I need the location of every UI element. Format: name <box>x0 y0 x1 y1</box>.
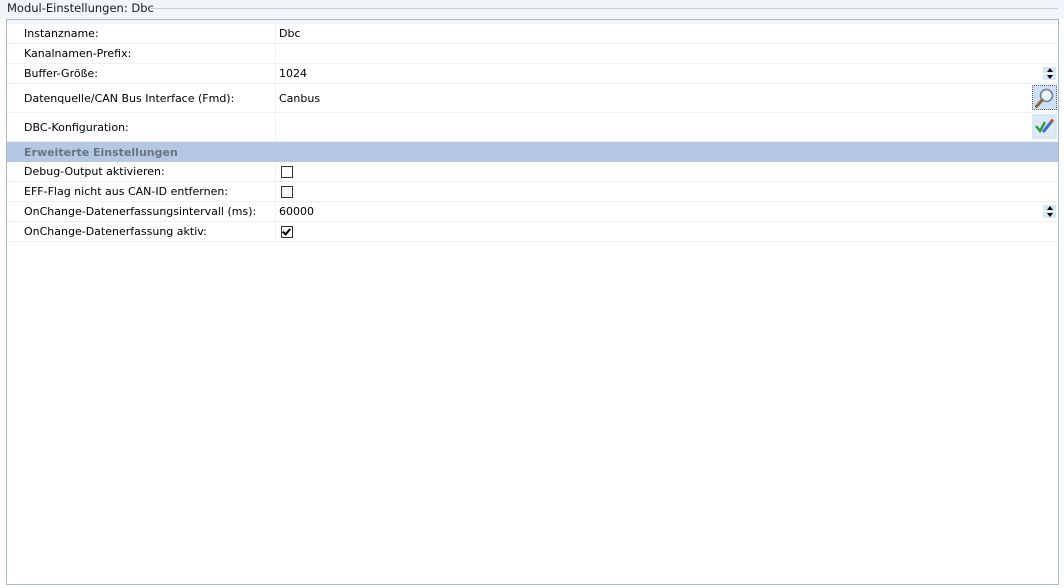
header-divider <box>151 8 1058 9</box>
row-label: OnChange-Datenerfassung aktiv: <box>24 225 207 238</box>
row-debug-output[interactable]: Debug-Output aktivieren: <box>7 162 1058 182</box>
section-erweiterte-einstellungen[interactable]: Erweiterte Einstellungen <box>7 142 1058 162</box>
row-eff-flag[interactable]: EFF-Flag nicht aus CAN-ID entfernen: <box>7 182 1058 202</box>
section-label: Erweiterte Einstellungen <box>24 145 178 159</box>
row-label: Kanalnamen-Prefix: <box>24 47 132 60</box>
row-datenquelle[interactable]: Datenquelle/CAN Bus Interface (Fmd): Can… <box>7 84 1058 113</box>
row-label: Debug-Output aktivieren: <box>24 165 165 178</box>
row-instanzname[interactable]: Instanzname: Dbc <box>7 24 1058 44</box>
column-divider <box>275 113 276 141</box>
eff-flag-checkbox[interactable] <box>281 185 293 198</box>
edit-icon <box>1034 116 1055 136</box>
row-label: Instanzname: <box>24 27 99 40</box>
row-label: OnChange-Datenerfassungsintervall (ms): <box>24 205 257 218</box>
column-divider <box>275 64 276 83</box>
stepper-up-icon[interactable] <box>1043 67 1056 73</box>
column-divider <box>275 24 276 43</box>
stepper-up-icon[interactable] <box>1043 205 1056 211</box>
buffer-groesse-stepper[interactable] <box>1043 67 1056 80</box>
row-dbc-konfiguration[interactable]: DBC-Konfiguration: <box>7 113 1058 142</box>
datenquelle-search-button[interactable] <box>1032 85 1057 110</box>
row-label: Datenquelle/CAN Bus Interface (Fmd): <box>24 91 235 105</box>
column-divider <box>275 182 276 201</box>
buffer-groesse-value[interactable]: 1024 <box>279 64 307 83</box>
onchange-active-checkbox[interactable] <box>281 225 293 238</box>
property-grid-frame: Instanzname: Dbc Kanalnamen-Prefix: Buff… <box>6 19 1059 585</box>
onchange-interval-value[interactable]: 60000 <box>279 202 314 221</box>
dbc-konfiguration-edit-button[interactable] <box>1032 114 1057 139</box>
instanzname-value[interactable]: Dbc <box>279 24 301 43</box>
panel-title: Modul-Einstellungen: Dbc <box>7 1 154 15</box>
eff-flag-value[interactable] <box>279 182 293 201</box>
onchange-active-value[interactable] <box>279 222 293 241</box>
column-divider <box>275 162 276 181</box>
panel-header: Modul-Einstellungen: Dbc <box>0 0 1064 19</box>
stepper-down-icon[interactable] <box>1043 212 1056 218</box>
property-grid: Instanzname: Dbc Kanalnamen-Prefix: Buff… <box>7 24 1058 242</box>
datenquelle-value[interactable]: Canbus <box>279 84 320 112</box>
search-icon <box>1035 88 1054 108</box>
column-divider <box>275 202 276 221</box>
row-onchange-active[interactable]: OnChange-Datenerfassung aktiv: <box>7 222 1058 242</box>
column-divider <box>275 44 276 63</box>
stepper-down-icon[interactable] <box>1043 74 1056 80</box>
row-buffer-groesse[interactable]: Buffer-Größe: 1024 <box>7 64 1058 84</box>
column-divider <box>275 84 276 112</box>
debug-output-checkbox[interactable] <box>281 165 293 178</box>
column-divider <box>275 222 276 241</box>
onchange-interval-stepper[interactable] <box>1043 205 1056 218</box>
debug-output-value[interactable] <box>279 162 293 181</box>
row-kanalnamen-prefix[interactable]: Kanalnamen-Prefix: <box>7 44 1058 64</box>
row-label: DBC-Konfiguration: <box>24 120 129 134</box>
row-label: Buffer-Größe: <box>24 67 98 80</box>
row-onchange-interval[interactable]: OnChange-Datenerfassungsintervall (ms): … <box>7 202 1058 222</box>
row-label: EFF-Flag nicht aus CAN-ID entfernen: <box>24 185 229 198</box>
